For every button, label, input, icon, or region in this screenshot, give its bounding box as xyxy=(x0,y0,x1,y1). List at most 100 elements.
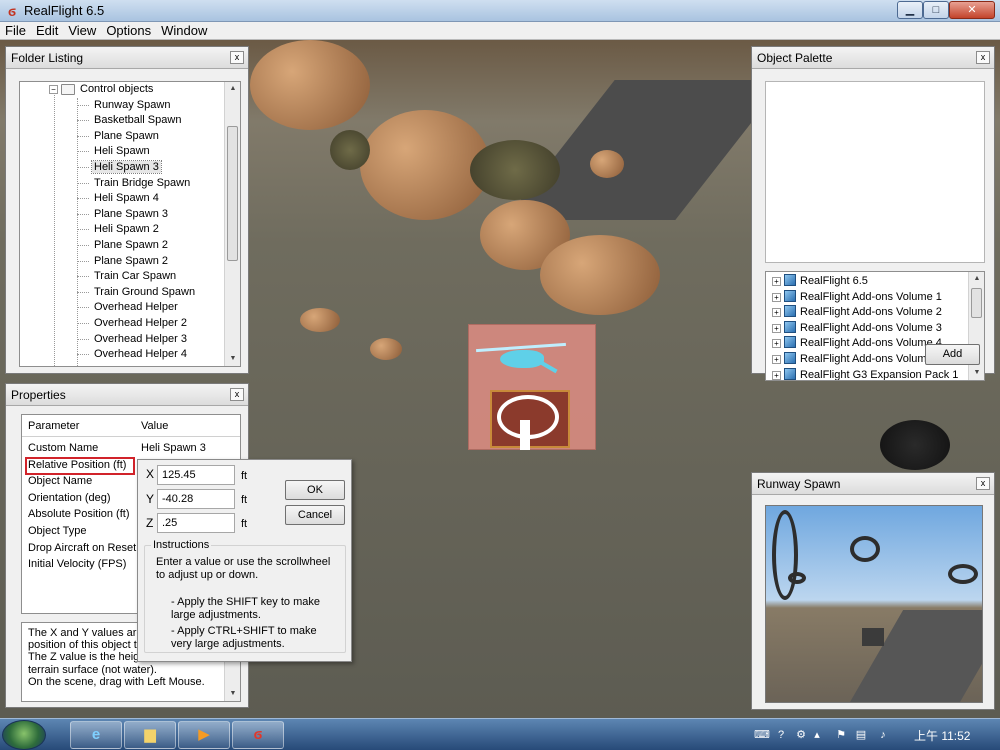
tree-item[interactable]: Basketball Spawn xyxy=(92,113,183,129)
gear-icon[interactable]: ⚙ xyxy=(794,728,808,742)
tree-item[interactable]: Train Car Spawn xyxy=(92,269,178,285)
maximize-button[interactable]: □ xyxy=(923,1,949,19)
keyboard-icon[interactable]: ⌨ xyxy=(754,728,770,742)
menu-options[interactable]: Options xyxy=(101,22,156,39)
help-icon[interactable]: ? xyxy=(774,728,788,742)
tray-expand-icon[interactable]: ▴ xyxy=(810,728,824,742)
x-axis-label: X xyxy=(146,467,155,481)
z-position-input[interactable] xyxy=(157,513,235,533)
tree-item[interactable]: Plane Spawn xyxy=(92,129,161,145)
internet-explorer-icon[interactable]: e xyxy=(70,721,122,749)
palette-item[interactable]: + RealFlight Add-ons Volume 1 xyxy=(772,289,942,306)
file-explorer-icon[interactable]: ▆ xyxy=(124,721,176,749)
menu-window[interactable]: Window xyxy=(156,22,212,39)
flag-icon[interactable]: ⚑ xyxy=(834,728,848,742)
close-icon[interactable]: x xyxy=(976,477,990,490)
tree-item[interactable]: Overhead Helper 3 xyxy=(92,332,189,348)
tree-item[interactable]: Train Bridge Spawn xyxy=(92,176,192,192)
scene-bush xyxy=(470,140,560,200)
folder-tree[interactable]: − Control objects Runway Spawn Basketball… xyxy=(19,81,241,367)
expand-icon[interactable]: + xyxy=(772,370,781,380)
close-icon: ✕ xyxy=(967,4,977,16)
palette-item[interactable]: + RealFlight 6.5 xyxy=(772,274,868,290)
clock[interactable]: 上午 11:52 xyxy=(914,727,970,744)
instructions-title: Instructions xyxy=(151,539,212,551)
property-grid-header: Parameter Value xyxy=(22,415,240,437)
z-axis-label: Z xyxy=(146,516,154,530)
palette-item[interactable]: + RealFlight Add-ons Volume 2 xyxy=(772,305,942,321)
menu-view[interactable]: View xyxy=(63,22,101,39)
tree-folder-control-objects[interactable]: Control objects xyxy=(78,82,155,98)
expand-icon[interactable]: + xyxy=(772,323,781,333)
realflight-task-icon[interactable]: ϭ xyxy=(232,721,284,749)
property-name: Object Name xyxy=(28,475,93,488)
folder-listing-panel: Folder Listing x − Control objects Runwa… xyxy=(5,46,249,374)
runway-camera-view xyxy=(765,505,983,703)
maximize-icon: □ xyxy=(932,4,940,16)
package-icon xyxy=(784,336,796,349)
tree-item[interactable]: Runway Spawn xyxy=(92,98,172,114)
collapse-icon[interactable]: − xyxy=(49,85,58,94)
window-title: RealFlight 6.5 xyxy=(24,3,105,18)
description-line: terrain surface (not water). xyxy=(28,663,157,676)
instruction-line: to adjust up or down. xyxy=(156,569,259,581)
expand-icon[interactable]: + xyxy=(772,308,781,318)
menu-file[interactable]: File xyxy=(0,22,31,39)
expand-icon[interactable]: + xyxy=(772,339,781,349)
tree-item[interactable]: Train Ground Spawn xyxy=(92,285,197,301)
tree-item[interactable]: Heli Spawn xyxy=(92,144,152,160)
tree-item[interactable]: Overhead Helper 2 xyxy=(92,316,189,332)
close-icon[interactable]: x xyxy=(230,51,244,64)
tree-item[interactable]: Plane Spawn 2 xyxy=(92,254,170,270)
y-position-input[interactable] xyxy=(157,489,235,509)
description-line: On the scene, drag with Left Mouse. xyxy=(28,675,205,688)
object-palette-panel: Object Palette x + RealFlight 6.5 + RealFli… xyxy=(751,46,995,381)
close-window-button[interactable]: ✕ xyxy=(949,1,995,19)
add-button[interactable]: Add xyxy=(925,344,980,365)
start-button[interactable] xyxy=(2,720,46,750)
property-row[interactable]: Custom Name Heli Spawn 3 xyxy=(22,440,240,457)
scroll-thumb[interactable] xyxy=(227,126,238,261)
scroll-thumb[interactable] xyxy=(971,288,982,318)
folder-scrollbar[interactable]: ▲ ▼ xyxy=(224,82,240,366)
tree-item[interactable]: Heli Spawn 2 xyxy=(92,222,161,238)
column-header-value: Value xyxy=(141,420,169,432)
column-header-parameter: Parameter xyxy=(28,420,80,432)
tree-item[interactable]: Heli Spawn 3 xyxy=(91,160,162,176)
volume-icon[interactable]: ♪ xyxy=(876,728,890,742)
runway-spawn-title: Runway Spawn xyxy=(757,477,841,491)
instruction-line: very large adjustments. xyxy=(171,638,285,650)
property-name: Absolute Position (ft) xyxy=(28,508,130,521)
media-player-icon[interactable]: ▶ xyxy=(178,721,230,749)
tree-item[interactable]: Heli Spawn 4 xyxy=(92,191,161,207)
expand-icon[interactable]: + xyxy=(772,355,781,364)
folder-listing-title: Folder Listing xyxy=(11,51,84,65)
tree-item[interactable]: Overhead Helper xyxy=(92,300,180,316)
palette-item[interactable]: + RealFlight Add-ons Volume 3 xyxy=(772,320,942,337)
expand-icon[interactable]: + xyxy=(772,292,781,302)
palette-item[interactable]: + RealFlight Add-ons Volume 4 xyxy=(772,336,942,352)
close-icon[interactable]: x xyxy=(976,51,990,64)
menu-bar: File Edit View Options Window xyxy=(0,22,1000,40)
ok-button[interactable]: OK xyxy=(285,480,345,500)
menu-edit[interactable]: Edit xyxy=(31,22,63,39)
x-position-input[interactable] xyxy=(157,465,235,485)
expand-icon[interactable]: + xyxy=(772,277,781,286)
scene-rock xyxy=(250,40,370,130)
cancel-button[interactable]: Cancel xyxy=(285,505,345,525)
minimize-icon: ▁ xyxy=(905,4,915,16)
runway-spawn-header: Runway Spawn x xyxy=(752,473,994,495)
properties-title: Properties xyxy=(11,388,66,402)
tree-item[interactable]: Plane Spawn 2 xyxy=(92,238,170,254)
palette-item[interactable]: + RealFlight G3 Expansion Pack 1 xyxy=(772,367,958,380)
package-icon xyxy=(784,320,796,333)
runway-spawn-panel: Runway Spawn x xyxy=(751,472,995,710)
scene-bush xyxy=(330,130,370,170)
network-icon[interactable]: ▤ xyxy=(854,728,868,742)
close-icon[interactable]: x xyxy=(230,388,244,401)
tree-item[interactable]: Overhead Helper 4 xyxy=(92,347,189,363)
tree-item[interactable]: Plane Spawn 3 xyxy=(92,207,170,223)
package-icon xyxy=(784,274,796,286)
palette-item[interactable]: + RealFlight Add-ons Volume 5 xyxy=(772,352,942,368)
minimize-button[interactable]: ▁ xyxy=(897,1,923,19)
